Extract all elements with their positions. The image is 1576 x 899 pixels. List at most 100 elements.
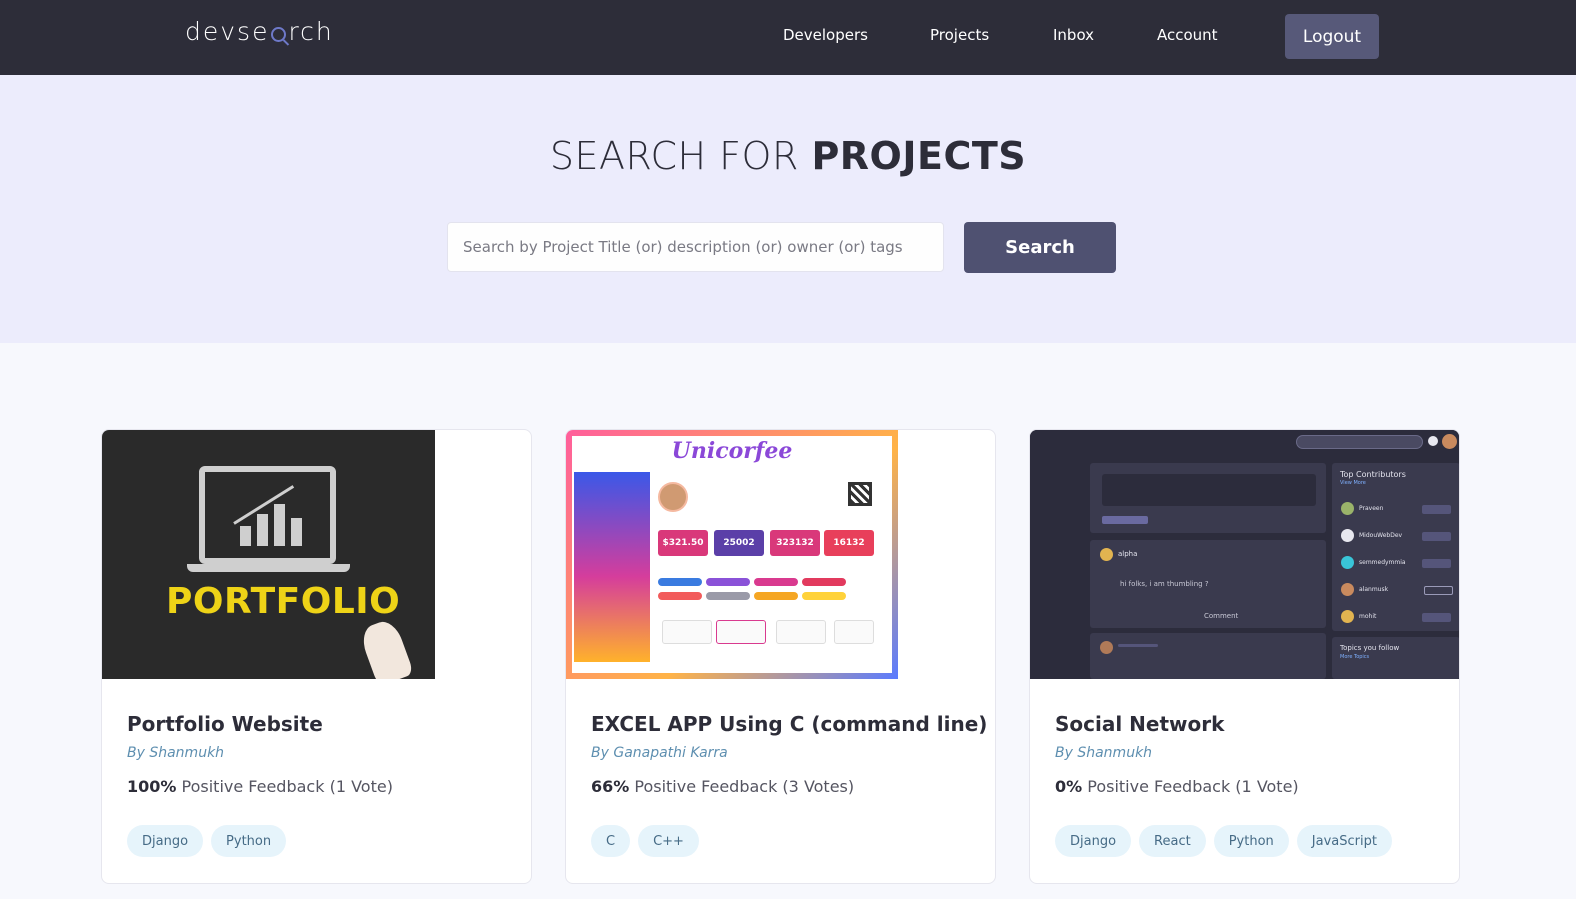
contributor-avatar-icon [1341,556,1354,569]
chart-bar-graphic [274,504,285,546]
post-avatar-icon [1100,641,1113,654]
level-thumbnail [716,620,766,644]
page-title: SEARCH FOR PROJECTS [0,134,1576,178]
feedback-percent: 100% [127,777,177,796]
stat-card: 25002 [714,530,764,556]
chart-bar-graphic [257,514,268,546]
post-text: hi folks, i am thumbling ? [1120,580,1209,588]
project-card[interactable]: alpha hi folks, i am thumbling ? Comment… [1029,429,1460,884]
composer-button [1102,516,1148,524]
tag-list: C C++ [591,825,699,857]
tag-chip[interactable]: C++ [638,825,699,857]
follow-button [1422,505,1451,514]
level-thumbnail [776,620,826,644]
project-title[interactable]: Social Network [1055,712,1224,736]
qr-code-graphic [848,482,872,506]
post-username: alpha [1118,550,1138,558]
logo-text-suffix: rch [288,17,334,46]
contributor-avatar-icon [1341,583,1354,596]
contributor-avatar-icon [1341,529,1354,542]
follow-button [1422,559,1451,568]
follow-button [1422,613,1451,622]
drink-chip [802,578,846,586]
feed-post [1090,633,1326,679]
feedback-text: Positive Feedback (1 Vote) [176,777,393,796]
level-thumbnail [834,620,874,644]
contributors-panel [1332,463,1459,631]
contributor-avatar-icon [1341,502,1354,515]
post-avatar-icon [1100,548,1113,561]
logout-button[interactable]: Logout [1285,14,1379,59]
feedback-text: Positive Feedback (1 Vote) [1082,777,1299,796]
unicorfee-brand-text: Unicorfee [671,438,793,464]
level-thumbnail [662,620,712,644]
nav-projects[interactable]: Projects [930,26,989,44]
search-button[interactable]: Search [964,222,1116,273]
stat-card: $321.50 [658,530,708,556]
tag-list: Django React Python JavaScript [1055,825,1392,857]
nav-developers[interactable]: Developers [783,26,868,44]
contributor-name: Praveen [1359,505,1384,512]
tag-list: Django Python [127,825,287,857]
drink-chip [802,592,846,600]
laptop-base-graphic [187,564,350,572]
avatar-graphic [658,482,688,512]
devsearch-logo[interactable]: devse rch [185,17,334,46]
contributor-name: mohit [1359,613,1377,620]
chart-bar-graphic [291,518,302,546]
feedback-text: Positive Feedback (3 Votes) [629,777,855,796]
mockup-search-icon [1296,435,1423,449]
project-owner[interactable]: By Shanmukh [1055,745,1152,761]
tag-chip[interactable]: JavaScript [1296,825,1392,857]
mockup-sidebar [574,472,650,662]
search-lens-icon [271,27,287,42]
follow-button [1422,532,1451,541]
tag-chip[interactable]: C [591,825,631,857]
tag-chip[interactable]: React [1139,825,1206,857]
avatar-icon [1442,434,1457,449]
project-title[interactable]: Portfolio Website [127,712,323,736]
contributor-name: semmedymmia [1359,559,1406,566]
top-navbar: devse rch Developers Projects Inbox Accou… [0,0,1576,75]
stat-card: 323132 [770,530,820,556]
project-card[interactable]: PORTFOLIO Portfolio Website By Shanmukh … [101,429,532,884]
page-title-light: SEARCH FOR [549,134,812,178]
project-feedback: 0% Positive Feedback (1 Vote) [1055,777,1299,796]
drink-chip [658,592,702,600]
project-title[interactable]: EXCEL APP Using C (command line) [591,712,987,736]
feedback-percent: 66% [591,777,630,796]
bell-icon [1428,436,1438,446]
contributors-title: Top Contributors [1340,470,1406,479]
search-hero: SEARCH FOR PROJECTS Search [0,75,1576,343]
project-owner[interactable]: By Ganapathi Karra [591,745,728,761]
project-owner[interactable]: By Shanmukh [127,745,224,761]
composer-input [1102,474,1316,506]
comment-label: Comment [1204,612,1239,620]
contributor-name: alanmusk [1359,586,1389,593]
drink-chip [754,592,798,600]
project-thumbnail[interactable]: alpha hi folks, i am thumbling ? Comment… [1030,430,1459,679]
nav-inbox[interactable]: Inbox [1053,26,1094,44]
drink-chip [706,592,750,600]
drink-chip [706,578,750,586]
chart-bar-graphic [240,526,251,546]
tag-chip[interactable]: Python [1213,825,1289,857]
drink-chip [658,578,702,586]
more-topics-link: More Topics [1340,654,1370,660]
logo-text-prefix: devse [185,17,270,46]
project-thumbnail[interactable]: Unicorfee $321.50 25002 323132 16132 [566,430,898,679]
follow-button [1424,586,1453,595]
contributor-name: MidouWebDev [1359,532,1403,539]
tag-chip[interactable]: Python [211,825,287,857]
stat-card: 16132 [824,530,874,556]
nav-account[interactable]: Account [1157,26,1218,44]
project-thumbnail[interactable]: PORTFOLIO [102,430,435,679]
post-username-line [1118,644,1158,647]
tag-chip[interactable]: Django [127,825,204,857]
feedback-percent: 0% [1055,777,1083,796]
project-card[interactable]: Unicorfee $321.50 25002 323132 16132 EXC… [565,429,996,884]
drink-chip [754,578,798,586]
search-input[interactable] [447,222,944,272]
tag-chip[interactable]: Django [1055,825,1132,857]
view-more-link: View More [1340,480,1366,486]
